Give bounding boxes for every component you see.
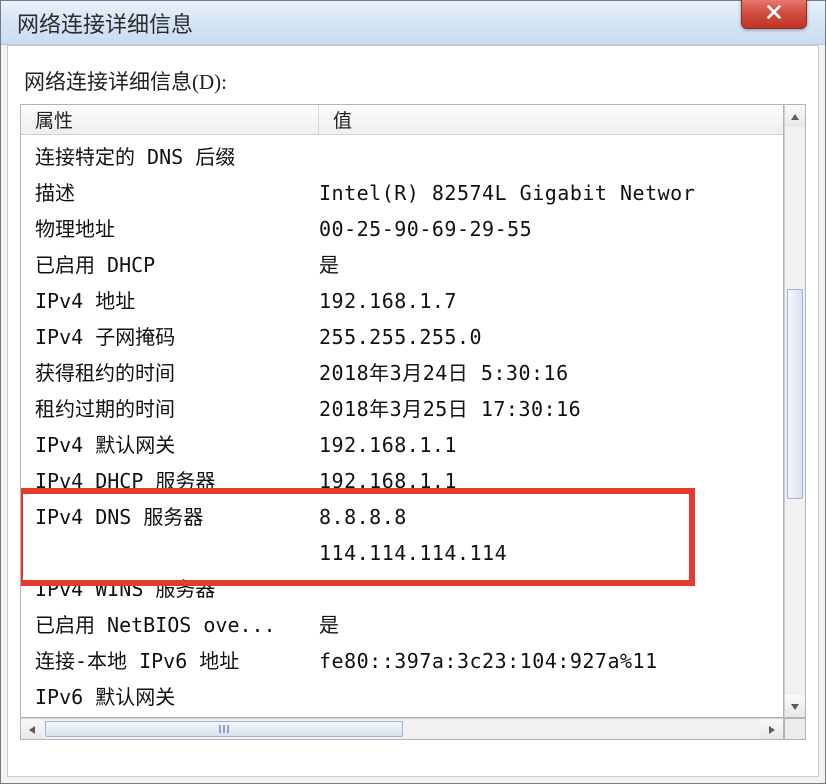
value-cell: fe80::397a:3c23:104:927a%11 <box>319 643 783 679</box>
table-row[interactable]: IPv4 WINS 服务器 <box>21 571 783 607</box>
property-cell: IPv4 DNS 服务器 <box>35 499 319 535</box>
value-cell: 是 <box>319 247 783 283</box>
value-cell: 255.255.255.0 <box>319 319 783 355</box>
table-row[interactable]: IPv4 地址192.168.1.7 <box>21 283 783 319</box>
dialog-window: 网络连接详细信息 网络连接详细信息(D): 属性 值 连接特定的 DNS 后缀描… <box>0 0 826 784</box>
details-list[interactable]: 属性 值 连接特定的 DNS 后缀描述Intel(R) 82574L Gigab… <box>20 104 784 718</box>
property-cell: IPv6 默认网关 <box>35 679 319 715</box>
property-cell: IPv4 默认网关 <box>35 427 319 463</box>
chevron-up-icon <box>790 107 800 126</box>
value-cell <box>319 679 783 715</box>
scroll-up-button[interactable] <box>785 105 805 127</box>
table-row[interactable]: 114.114.114.114 <box>21 535 783 571</box>
table-row[interactable]: 描述Intel(R) 82574L Gigabit Networ <box>21 175 783 211</box>
property-cell: IPv4 地址 <box>35 283 319 319</box>
table-row[interactable]: IPv4 DNS 服务器8.8.8.8 <box>21 499 783 535</box>
vertical-scrollbar[interactable] <box>784 104 806 718</box>
close-icon <box>765 3 783 25</box>
value-cell: 8.8.8.8 <box>319 499 783 535</box>
table-row[interactable]: 获得租约的时间2018年3月24日 5:30:16 <box>21 355 783 391</box>
table-row[interactable]: IPv6 默认网关 <box>21 679 783 715</box>
scrollbar-corner <box>784 718 806 740</box>
column-headers[interactable]: 属性 值 <box>21 105 783 135</box>
chevron-down-icon <box>790 697 800 716</box>
horizontal-scrollbar[interactable] <box>20 718 784 740</box>
client-area: 网络连接详细信息(D): 属性 值 连接特定的 DNS 后缀描述Intel(R)… <box>7 45 819 777</box>
table-row[interactable]: IPv4 默认网关192.168.1.1 <box>21 427 783 463</box>
property-cell: 获得租约的时间 <box>35 355 319 391</box>
column-header-value[interactable]: 值 <box>319 105 783 134</box>
thumb-grip-icon <box>219 725 229 733</box>
value-cell: 192.168.1.7 <box>319 283 783 319</box>
property-cell <box>35 535 319 571</box>
rows-container: 连接特定的 DNS 后缀描述Intel(R) 82574L Gigabit Ne… <box>21 135 783 715</box>
table-row[interactable]: 已启用 DHCP是 <box>21 247 783 283</box>
property-cell: 连接-本地 IPv6 地址 <box>35 643 319 679</box>
table-row[interactable]: 已启用 NetBIOS ove...是 <box>21 607 783 643</box>
scroll-down-button[interactable] <box>785 695 805 717</box>
title-bar[interactable]: 网络连接详细信息 <box>1 1 825 45</box>
value-cell <box>319 571 783 607</box>
vertical-scroll-track[interactable] <box>785 127 805 695</box>
window-title: 网络连接详细信息 <box>17 7 193 39</box>
chevron-right-icon <box>767 720 777 739</box>
value-cell: 是 <box>319 607 783 643</box>
scroll-right-button[interactable] <box>761 719 783 739</box>
property-cell: 已启用 NetBIOS ove... <box>35 607 319 643</box>
table-row[interactable]: IPv4 子网掩码255.255.255.0 <box>21 319 783 355</box>
table-row[interactable]: 物理地址00-25-90-69-29-55 <box>21 211 783 247</box>
property-cell: 描述 <box>35 175 319 211</box>
value-cell: 00-25-90-69-29-55 <box>319 211 783 247</box>
value-cell: 2018年3月24日 5:30:16 <box>319 355 783 391</box>
chevron-left-icon <box>27 720 37 739</box>
property-cell: 连接特定的 DNS 后缀 <box>35 139 319 175</box>
value-cell: Intel(R) 82574L Gigabit Networ <box>319 175 783 211</box>
section-label: 网络连接详细信息(D): <box>24 66 806 96</box>
property-cell: IPv4 DHCP 服务器 <box>35 463 319 499</box>
property-cell: 租约过期的时间 <box>35 391 319 427</box>
property-cell: IPv4 子网掩码 <box>35 319 319 355</box>
details-list-wrap: 属性 值 连接特定的 DNS 后缀描述Intel(R) 82574L Gigab… <box>20 104 806 740</box>
table-row[interactable]: 连接-本地 IPv6 地址fe80::397a:3c23:104:927a%11 <box>21 643 783 679</box>
value-cell: 192.168.1.1 <box>319 427 783 463</box>
value-cell: 192.168.1.1 <box>319 463 783 499</box>
value-cell: 114.114.114.114 <box>319 535 783 571</box>
table-row[interactable]: 连接特定的 DNS 后缀 <box>21 139 783 175</box>
horizontal-scroll-track[interactable] <box>43 719 761 739</box>
column-header-property[interactable]: 属性 <box>21 105 319 134</box>
value-cell: 2018年3月25日 17:30:16 <box>319 391 783 427</box>
close-button[interactable] <box>741 0 807 29</box>
vertical-scroll-thumb[interactable] <box>787 289 803 499</box>
scroll-left-button[interactable] <box>21 719 43 739</box>
property-cell: 已启用 DHCP <box>35 247 319 283</box>
value-cell <box>319 139 783 175</box>
property-cell: 物理地址 <box>35 211 319 247</box>
table-row[interactable]: IPv4 DHCP 服务器192.168.1.1 <box>21 463 783 499</box>
horizontal-scroll-thumb[interactable] <box>45 721 403 737</box>
property-cell: IPv4 WINS 服务器 <box>35 571 319 607</box>
table-row[interactable]: 租约过期的时间2018年3月25日 17:30:16 <box>21 391 783 427</box>
